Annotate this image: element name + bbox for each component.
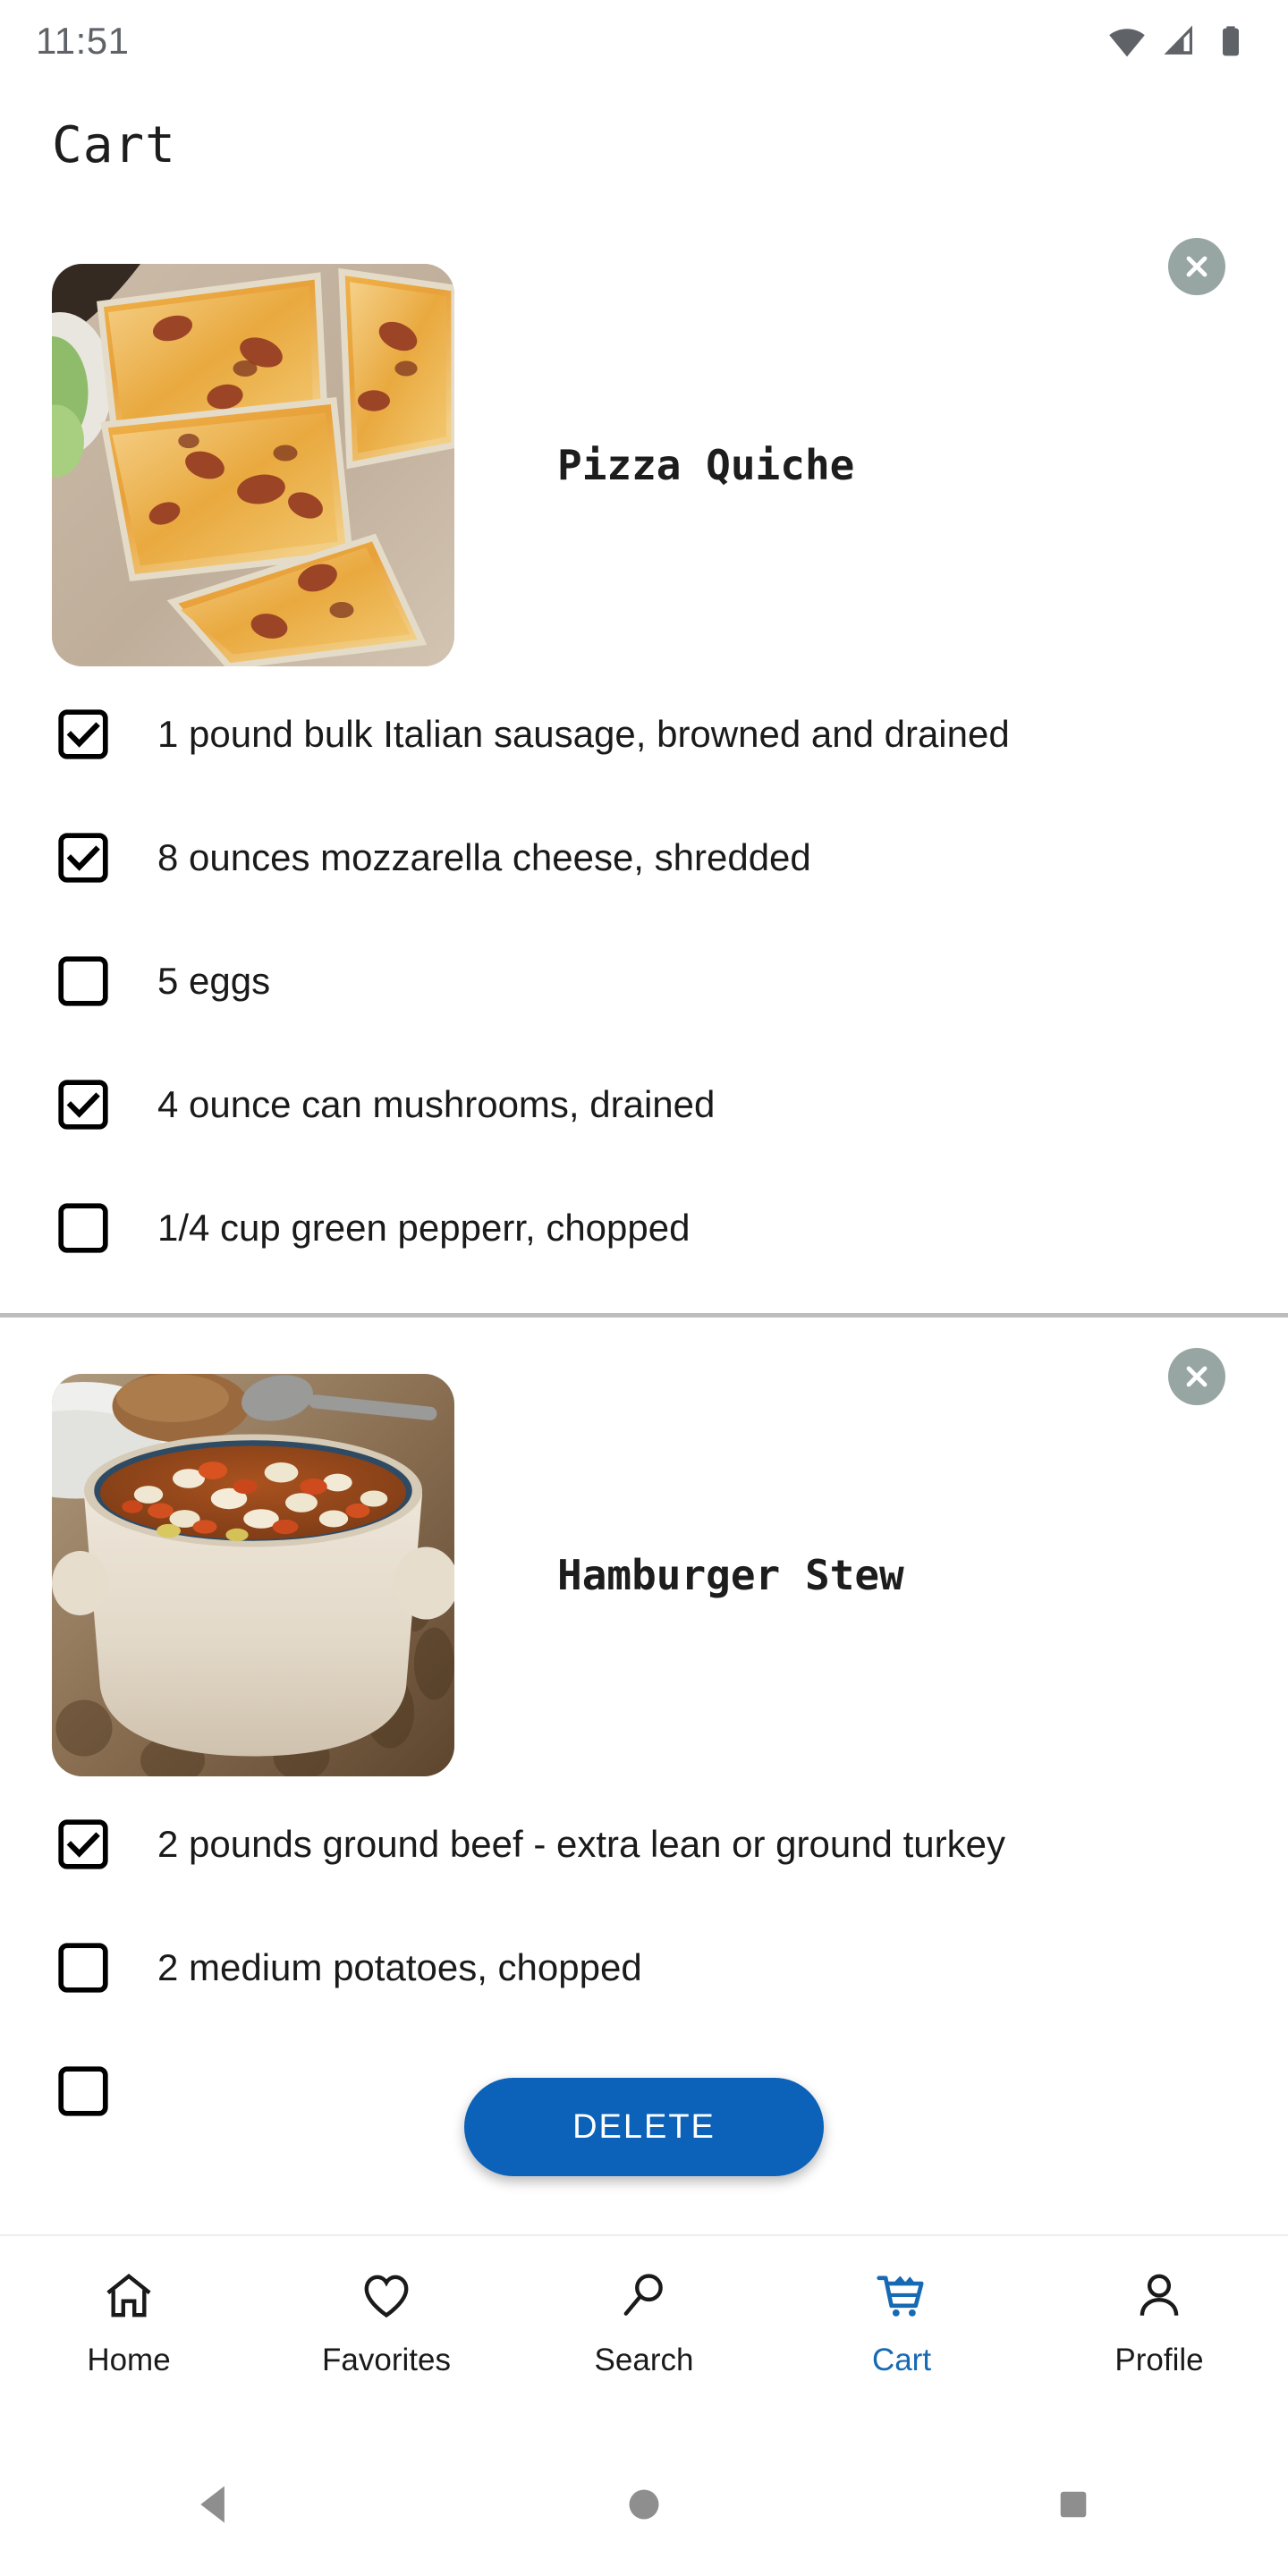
nav-item-home[interactable]: Home: [0, 2236, 258, 2378]
nav-item-favorites[interactable]: Favorites: [258, 2236, 515, 2378]
ingredient-checkbox[interactable]: [55, 707, 111, 762]
recipe-title: Hamburger Stew: [557, 1551, 904, 1599]
ingredient-checkbox[interactable]: [55, 830, 111, 886]
remove-recipe-button[interactable]: [1168, 238, 1225, 295]
app-window: 11:51 Cart Pizza Quiche 1 pound bulk Ita…: [0, 0, 1288, 2576]
recipe-thumbnail: [52, 1374, 454, 1776]
nav-item-profile[interactable]: Profile: [1030, 2236, 1288, 2378]
ingredient-list: 1 pound bulk Italian sausage, browned an…: [0, 673, 1288, 1290]
ingredient-checkbox[interactable]: [55, 1077, 111, 1132]
ingredient-checkbox[interactable]: [55, 953, 111, 1009]
status-bar-icons: [1107, 21, 1249, 61]
cart-recipe-block: Hamburger Stew 2 pounds ground beef - ex…: [0, 1318, 1288, 2153]
cart-recipe-block: Pizza Quiche 1 pound bulk Italian sausag…: [0, 208, 1288, 1318]
cart-scroll-area[interactable]: Pizza Quiche 1 pound bulk Italian sausag…: [0, 208, 1288, 2234]
ingredient-label: 5 eggs: [157, 960, 271, 1003]
ingredient-label: 1/4 cup green pepperr, chopped: [157, 1207, 691, 1250]
heart-icon: [359, 2268, 414, 2328]
ingredient-row[interactable]: 5 eggs: [0, 919, 1288, 1043]
ingredient-checkbox[interactable]: [55, 1940, 111, 1996]
recipe-title: Pizza Quiche: [557, 441, 855, 489]
close-icon: [1186, 1366, 1208, 1387]
nav-label: Search: [594, 2343, 694, 2377]
nav-label: Home: [87, 2343, 171, 2377]
square-icon: [1060, 2491, 1087, 2518]
ingredient-row[interactable]: 2 pounds ground beef - extra lean or gro…: [0, 1783, 1288, 1906]
nav-label: Profile: [1114, 2343, 1204, 2377]
hamburger-stew-photo: [52, 1374, 454, 1776]
ingredient-label: 2 medium potatoes, chopped: [157, 1946, 642, 1989]
nav-item-search[interactable]: Search: [515, 2236, 773, 2378]
remove-recipe-button[interactable]: [1168, 1348, 1225, 1405]
triangle-left-icon: [200, 2486, 225, 2523]
page-title: Cart: [52, 115, 176, 174]
circle-icon: [629, 2489, 659, 2520]
nav-item-cart[interactable]: Cart: [773, 2236, 1030, 2378]
recipe-thumbnail: [52, 264, 454, 666]
battery-icon: [1213, 23, 1249, 59]
ingredient-label: 4 ounce can mushrooms, drained: [157, 1083, 716, 1126]
back-button[interactable]: [125, 2479, 304, 2530]
pizza-quiche-photo: [52, 264, 454, 666]
system-navigation-bar: [0, 2433, 1288, 2576]
ingredient-row[interactable]: 1 pound bulk Italian sausage, browned an…: [0, 673, 1288, 796]
ingredient-label: 2 pounds ground beef - extra lean or gro…: [157, 1823, 1005, 1866]
nav-label: Cart: [871, 2343, 932, 2377]
cart-icon: [874, 2268, 929, 2328]
cellular-signal-icon: [1161, 22, 1199, 60]
nav-label: Favorites: [322, 2343, 451, 2377]
ingredient-label: 1 pound bulk Italian sausage, browned an…: [157, 713, 1010, 756]
ingredient-row[interactable]: 8 ounces mozzarella cheese, shredded: [0, 796, 1288, 919]
status-bar: 11:51: [0, 0, 1288, 82]
ingredient-row[interactable]: 2 medium potatoes, chopped: [0, 1906, 1288, 2029]
ingredient-row[interactable]: 4 ounce can mushrooms, drained: [0, 1043, 1288, 1166]
wifi-icon: [1107, 21, 1147, 61]
ingredient-checkbox[interactable]: [55, 1200, 111, 1256]
ingredient-checkbox[interactable]: [55, 2063, 111, 2119]
home-button[interactable]: [555, 2484, 733, 2525]
close-icon: [1186, 256, 1208, 277]
person-icon: [1131, 2268, 1187, 2328]
recents-button[interactable]: [984, 2485, 1163, 2524]
home-icon: [101, 2268, 157, 2328]
ingredient-label: 8 ounces mozzarella cheese, shredded: [157, 836, 811, 879]
search-icon: [616, 2268, 672, 2328]
recipe-header: Pizza Quiche: [0, 208, 1288, 673]
app-bar: Cart: [0, 82, 1288, 208]
bottom-navigation-bar: Home Favorites Search Cart Profile: [0, 2234, 1288, 2433]
ingredient-checkbox[interactable]: [55, 1817, 111, 1872]
status-bar-clock: 11:51: [36, 20, 130, 62]
recipe-header: Hamburger Stew: [0, 1318, 1288, 1783]
delete-button[interactable]: DELETE: [464, 2078, 824, 2176]
ingredient-row[interactable]: 1/4 cup green pepperr, chopped: [0, 1166, 1288, 1290]
